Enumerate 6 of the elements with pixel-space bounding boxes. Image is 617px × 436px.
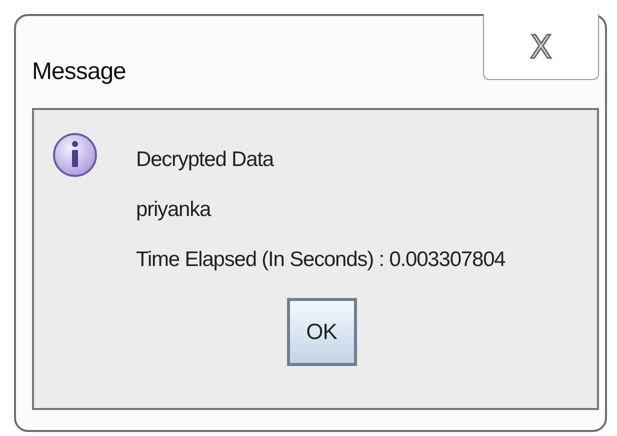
message-text: Decrypted Data (136, 147, 275, 173)
ok-button[interactable]: OK (286, 298, 356, 366)
message-text: Time Elapsed (In Seconds) : 0.003307804 (136, 247, 506, 273)
window-title: Message (32, 58, 126, 86)
info-icon (52, 132, 98, 178)
message-text: priyanka (136, 197, 212, 223)
